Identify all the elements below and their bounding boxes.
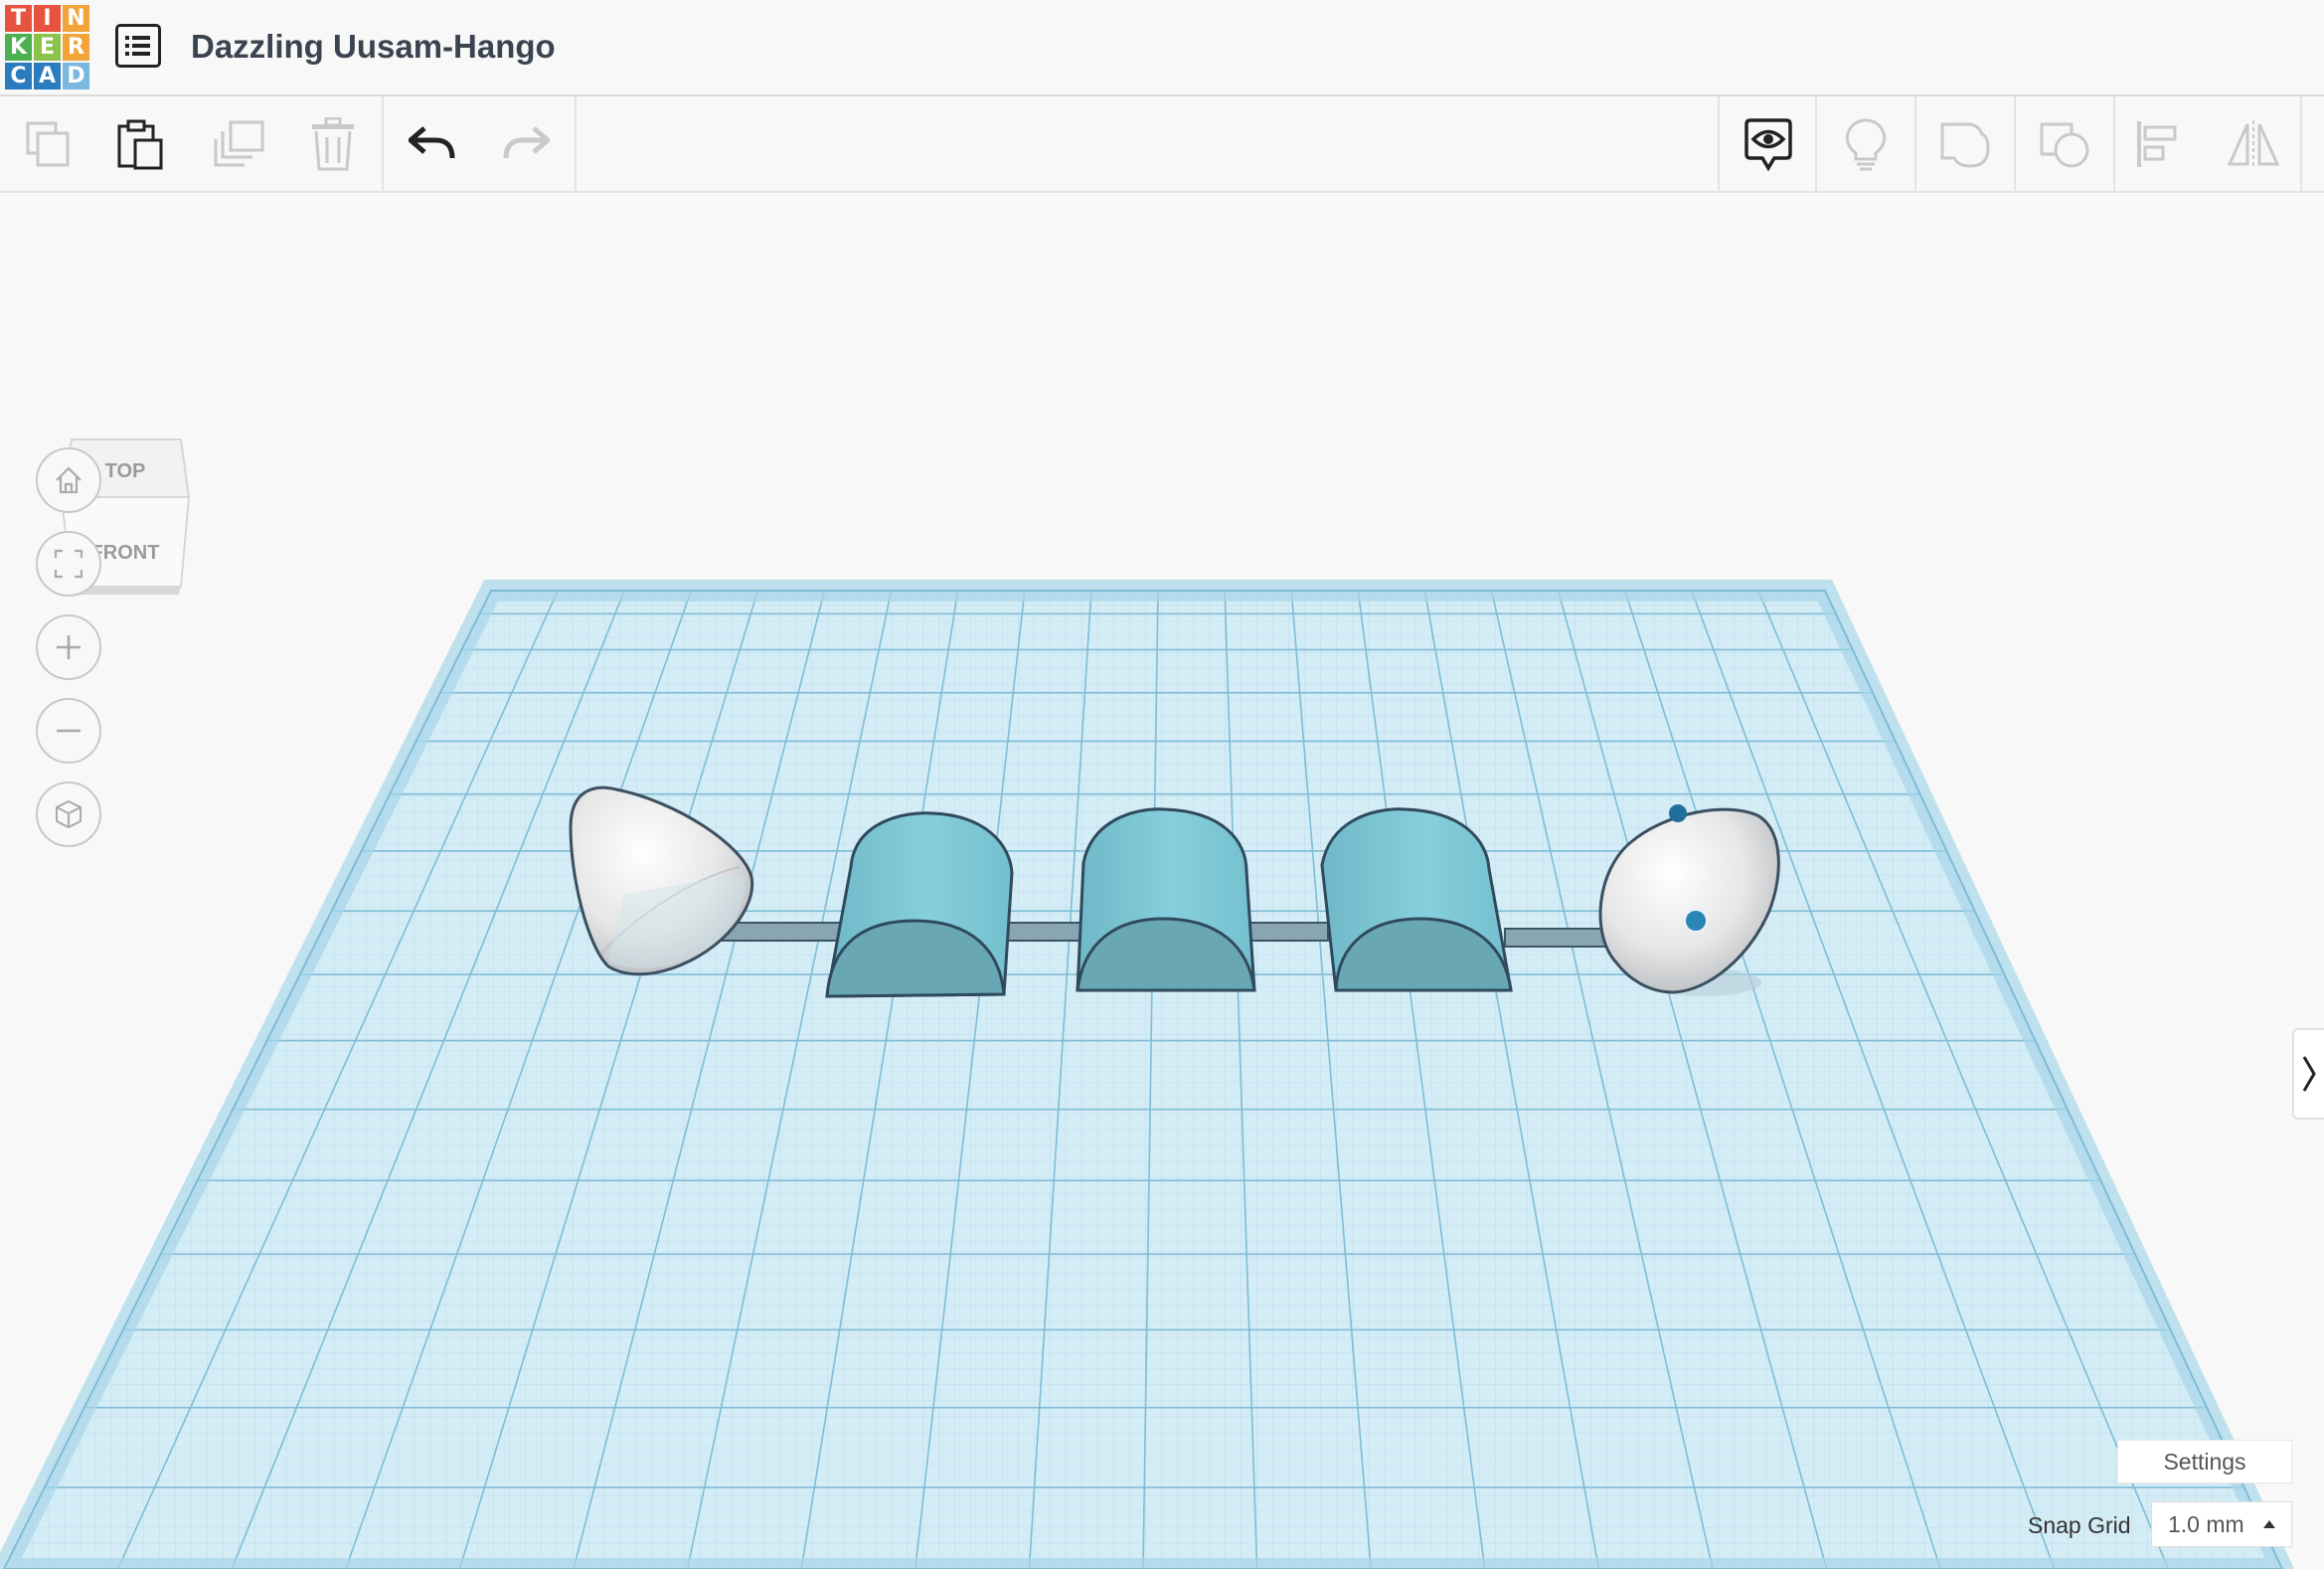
- duplicate-icon: [214, 120, 264, 166]
- zoom-in-icon: [57, 635, 81, 659]
- toolbar-divider: [575, 96, 577, 191]
- delete-button[interactable]: [286, 96, 380, 191]
- workplane[interactable]: [0, 580, 2324, 1569]
- mirror-icon: [2227, 119, 2280, 168]
- toolbar-divider: [1815, 96, 1817, 191]
- panel-toggle-button[interactable]: [2292, 1028, 2324, 1120]
- toolbar-divider: [1914, 96, 1916, 191]
- chevron-right-icon: [2302, 1056, 2316, 1092]
- tinkercad-logo[interactable]: T I N K E R C A D: [4, 4, 90, 90]
- ungroup-icon: [2040, 122, 2089, 167]
- view-cube-top-label[interactable]: TOP: [105, 460, 146, 482]
- align-button[interactable]: [2111, 96, 2205, 191]
- logo-letter: A: [33, 62, 62, 90]
- snap-grid-value: 1.0 mm: [2168, 1510, 2244, 1537]
- rotate-handle[interactable]: [1669, 804, 1687, 822]
- workplane-scene[interactable]: [0, 193, 2324, 1569]
- logo-letter: T: [4, 4, 33, 33]
- redo-button[interactable]: [479, 96, 573, 191]
- undo-button[interactable]: [386, 96, 479, 191]
- copy-button[interactable]: [2, 96, 95, 191]
- group-button[interactable]: [1918, 96, 2012, 191]
- snap-grid-label: Snap Grid: [2028, 1512, 2131, 1538]
- top-bar: T I N K E R C A D Dazzling Uusam-Hango: [0, 0, 2324, 96]
- half-cylinder-shape[interactable]: [1076, 807, 1256, 992]
- logo-letter: K: [4, 33, 33, 62]
- toolbar-divider: [1718, 96, 1720, 191]
- logo-letter: D: [62, 62, 90, 90]
- delete-icon: [312, 116, 354, 170]
- caret-up-icon: [2263, 1520, 2275, 1528]
- paste-icon: [117, 119, 163, 169]
- settings-button[interactable]: Settings: [2117, 1440, 2292, 1483]
- logo-letter: N: [62, 4, 90, 33]
- duplicate-button[interactable]: [193, 96, 286, 191]
- home-view-button[interactable]: [36, 447, 101, 513]
- ungroup-button[interactable]: [2018, 96, 2111, 191]
- zoom-out-icon: [57, 729, 81, 733]
- fit-all-button[interactable]: [36, 531, 101, 597]
- mirror-button[interactable]: [2207, 96, 2300, 191]
- zoom-out-button[interactable]: [36, 698, 101, 764]
- height-handle[interactable]: [1684, 909, 1708, 933]
- show-all-icon: [1744, 117, 1792, 171]
- home-view-icon: [56, 466, 82, 494]
- perspective-icon: [56, 799, 82, 829]
- zoom-in-button[interactable]: [36, 614, 101, 680]
- perspective-button[interactable]: [36, 782, 101, 847]
- light-bulb-icon: [1845, 117, 1887, 170]
- paste-button[interactable]: [93, 96, 187, 191]
- 3d-workspace[interactable]: TOP FRONT Settings Snap Grid 1.0 mm: [0, 193, 2324, 1569]
- snap-grid-select[interactable]: 1.0 mm: [2151, 1501, 2292, 1547]
- toolbar-divider: [2300, 96, 2302, 191]
- logo-letter: I: [33, 4, 62, 33]
- align-icon: [2137, 120, 2177, 167]
- toolbar-divider: [382, 96, 384, 191]
- copy-icon: [26, 121, 70, 166]
- logo-letter: E: [33, 33, 62, 62]
- logo-letter: C: [4, 62, 33, 90]
- list-icon: [125, 36, 150, 56]
- fit-all-icon: [54, 549, 83, 579]
- logo-letter: R: [62, 33, 90, 62]
- show-all-button[interactable]: [1722, 96, 1815, 191]
- toolbar-divider: [2014, 96, 2016, 191]
- notes-button[interactable]: [1819, 96, 1912, 191]
- redo-icon: [503, 125, 550, 158]
- design-title[interactable]: Dazzling Uusam-Hango: [191, 22, 556, 72]
- edit-toolbar: [0, 96, 2324, 193]
- design-menu-button[interactable]: [115, 24, 161, 68]
- undo-icon: [409, 125, 455, 158]
- group-icon: [1940, 122, 1990, 168]
